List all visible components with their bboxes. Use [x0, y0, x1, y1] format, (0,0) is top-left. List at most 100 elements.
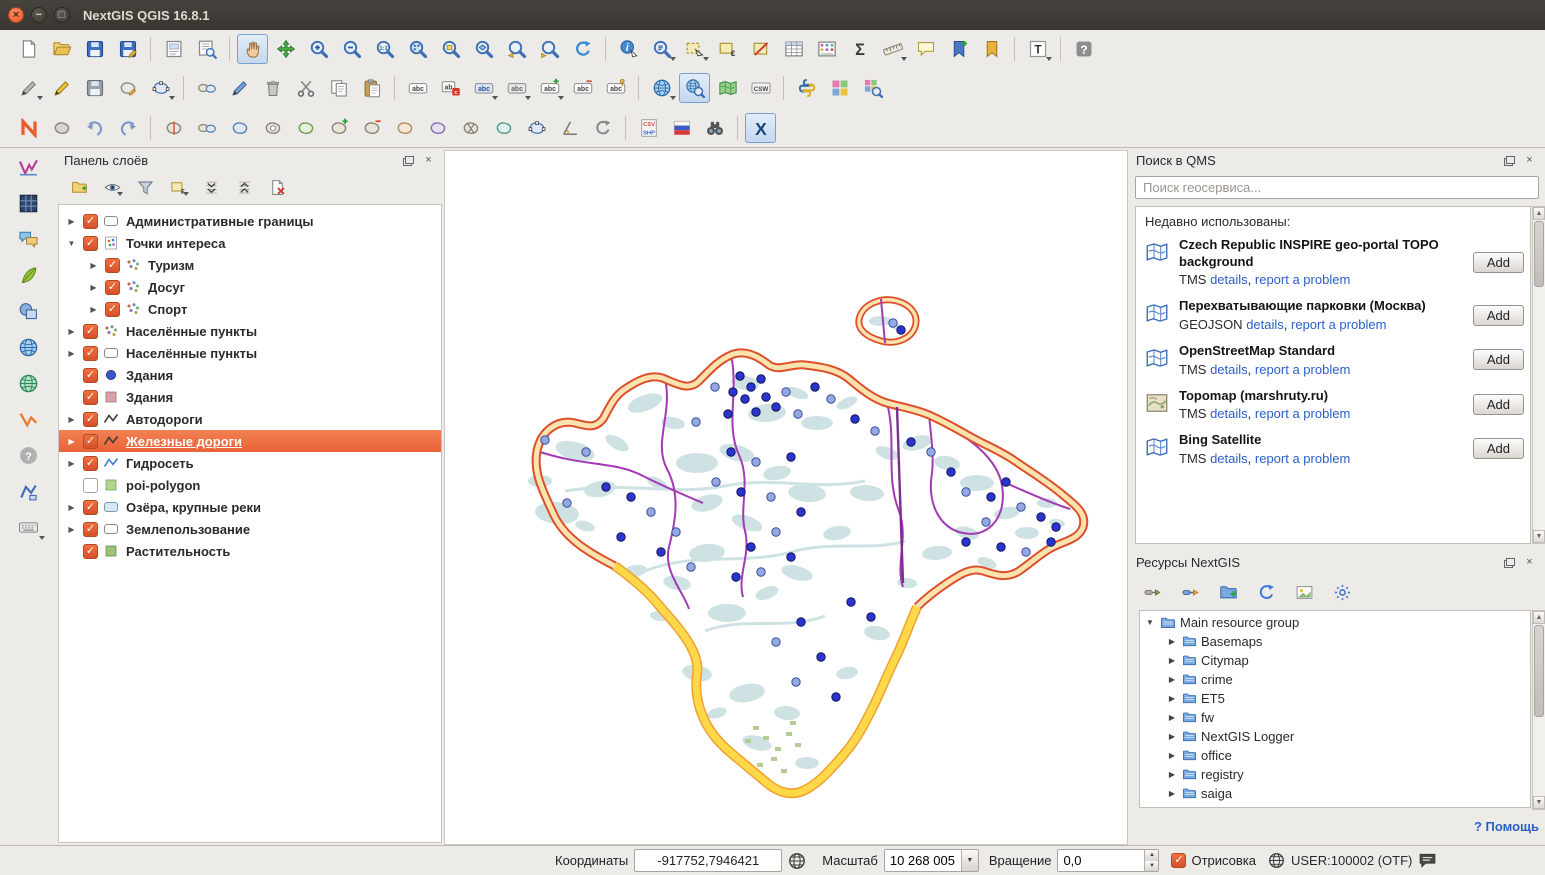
current-edits[interactable]	[13, 73, 44, 103]
move-label[interactable]: abc	[567, 73, 598, 103]
service-report-link[interactable]: report a problem	[1255, 272, 1350, 287]
layer-row[interactable]: ▶ ✓ Населённые пункты	[59, 342, 441, 364]
new-project[interactable]	[13, 34, 44, 64]
new-bookmark[interactable]	[943, 34, 974, 64]
scrollbar-thumb[interactable]	[1534, 625, 1544, 717]
resource-root-row[interactable]: ▼ Main resource group	[1144, 613, 1530, 632]
show-hide-labels[interactable]: abc	[534, 73, 565, 103]
messages-bubble-icon[interactable]	[1418, 851, 1437, 870]
expander-right-icon[interactable]: ▶	[1166, 713, 1178, 722]
rotation-input[interactable]	[1058, 850, 1144, 871]
spin-up-icon[interactable]: ▲	[1145, 850, 1158, 861]
connect-web-gis[interactable]	[1177, 579, 1203, 605]
python-console[interactable]	[791, 73, 822, 103]
fill-ring[interactable]	[389, 113, 420, 143]
layer-visibility-checkbox[interactable]: ✓	[83, 500, 98, 515]
layer-row[interactable]: ▶ ✓ Озёра, крупные реки	[59, 496, 441, 518]
expander-right-icon[interactable]: ▶	[87, 261, 100, 270]
zoom-last[interactable]	[501, 34, 532, 64]
search-plugins[interactable]	[857, 73, 888, 103]
manage-plugins[interactable]	[824, 73, 855, 103]
refresh-map[interactable]	[567, 34, 598, 64]
simplify-feature[interactable]	[521, 113, 552, 143]
resource-row[interactable]: ▶ NextGIS Logger	[1144, 727, 1530, 746]
layer-row[interactable]: ▶ ✓ Гидросеть	[59, 452, 441, 474]
chevron-down-icon[interactable]	[525, 96, 531, 100]
measure-line[interactable]	[877, 34, 908, 64]
layer-visibility-checkbox[interactable]: ✓	[83, 412, 98, 427]
geometry-tools[interactable]	[11, 294, 45, 328]
delete-ring[interactable]	[455, 113, 486, 143]
layer-diagram[interactable]: abc	[468, 73, 499, 103]
zoom-full[interactable]	[402, 34, 433, 64]
layers-panel-close-button[interactable]: ×	[421, 153, 436, 168]
service-report-link[interactable]: report a problem	[1255, 362, 1350, 377]
expander-right-icon[interactable]: ▶	[1166, 770, 1178, 779]
zoom-out[interactable]	[336, 34, 367, 64]
split-parts[interactable]	[191, 113, 222, 143]
layer-row[interactable]: poi-polygon	[59, 474, 441, 496]
paste-features[interactable]	[356, 73, 387, 103]
service-report-link[interactable]: report a problem	[1255, 451, 1350, 466]
layer-row[interactable]: ✓ Здания	[59, 386, 441, 408]
layer-labeling[interactable]: abc	[402, 73, 433, 103]
expander-down-icon[interactable]: ▼	[1144, 618, 1156, 627]
resources-scrollbar[interactable]: ▲ ▼	[1532, 610, 1545, 810]
layer-styling[interactable]	[11, 150, 45, 184]
deselect-all[interactable]	[745, 34, 776, 64]
layer-row[interactable]: ▶ ✓ Административные границы	[59, 210, 441, 232]
filter-by-expression[interactable]: ε	[166, 175, 190, 199]
refresh-resources[interactable]	[1253, 579, 1279, 605]
service-details-link[interactable]: details	[1246, 317, 1284, 332]
layer-visibility-checkbox[interactable]: ✓	[83, 390, 98, 405]
save-project-as[interactable]	[112, 34, 143, 64]
layer-visibility-checkbox[interactable]: ✓	[83, 346, 98, 361]
layer-row[interactable]: ▶ ✓ Туризм	[59, 254, 441, 276]
offset-curve[interactable]	[488, 113, 519, 143]
service-details-link[interactable]: details	[1210, 451, 1248, 466]
render-checkbox[interactable]: ✓	[1171, 853, 1186, 868]
chevron-down-icon[interactable]	[558, 96, 564, 100]
coordinates-input[interactable]	[634, 849, 782, 872]
search-qms[interactable]	[679, 73, 710, 103]
add-service-button[interactable]: Add	[1473, 394, 1524, 415]
label-highlight[interactable]: abc	[435, 73, 466, 103]
new-print-layout[interactable]	[158, 34, 189, 64]
chevron-down-icon[interactable]: ▼	[961, 850, 978, 871]
zoom-native[interactable]: 1:1	[369, 34, 400, 64]
resource-row[interactable]: ▶ saiga	[1144, 784, 1530, 803]
remove-layer[interactable]	[265, 175, 289, 199]
chevron-down-icon[interactable]	[183, 192, 189, 196]
qms-panel-close-button[interactable]: ×	[1522, 153, 1537, 168]
add-group[interactable]	[67, 175, 91, 199]
osm-search[interactable]	[699, 113, 730, 143]
expander-right-icon[interactable]: ▶	[1166, 656, 1178, 665]
chevron-down-icon[interactable]	[670, 96, 676, 100]
zoom-to-layer[interactable]	[468, 34, 499, 64]
save-project[interactable]	[79, 34, 110, 64]
service-details-link[interactable]: details	[1210, 362, 1248, 377]
expander-right-icon[interactable]: ▶	[65, 437, 78, 446]
chevron-down-icon[interactable]	[37, 96, 43, 100]
map-canvas[interactable]	[444, 150, 1128, 845]
scrollbar-thumb[interactable]	[1534, 221, 1544, 287]
resource-row[interactable]: ▶ registry	[1144, 765, 1530, 784]
layer-visibility-checkbox[interactable]: ✓	[83, 522, 98, 537]
layers-panel-float-button[interactable]	[401, 153, 416, 168]
layer-visibility-checkbox[interactable]: ✓	[83, 214, 98, 229]
chevron-down-icon[interactable]	[703, 57, 709, 61]
resource-row[interactable]: ▶ office	[1144, 746, 1530, 765]
expander-right-icon[interactable]: ▶	[87, 305, 100, 314]
resource-row[interactable]: ▶ Basemaps	[1144, 632, 1530, 651]
pin-labels[interactable]: abc	[600, 73, 631, 103]
csw-catalog[interactable]: CSW	[745, 73, 776, 103]
toggle-editing[interactable]	[46, 73, 77, 103]
expander-right-icon[interactable]: ▶	[1166, 789, 1178, 798]
spin-down-icon[interactable]: ▼	[1145, 861, 1158, 872]
expander-right-icon[interactable]: ▶	[1166, 751, 1178, 760]
log-messages[interactable]	[11, 222, 45, 256]
chevron-down-icon[interactable]	[39, 536, 45, 540]
qms-scrollbar[interactable]: ▲ ▼	[1532, 206, 1545, 544]
resources-panel-float-button[interactable]	[1502, 555, 1517, 570]
rotate-feature[interactable]	[587, 113, 618, 143]
